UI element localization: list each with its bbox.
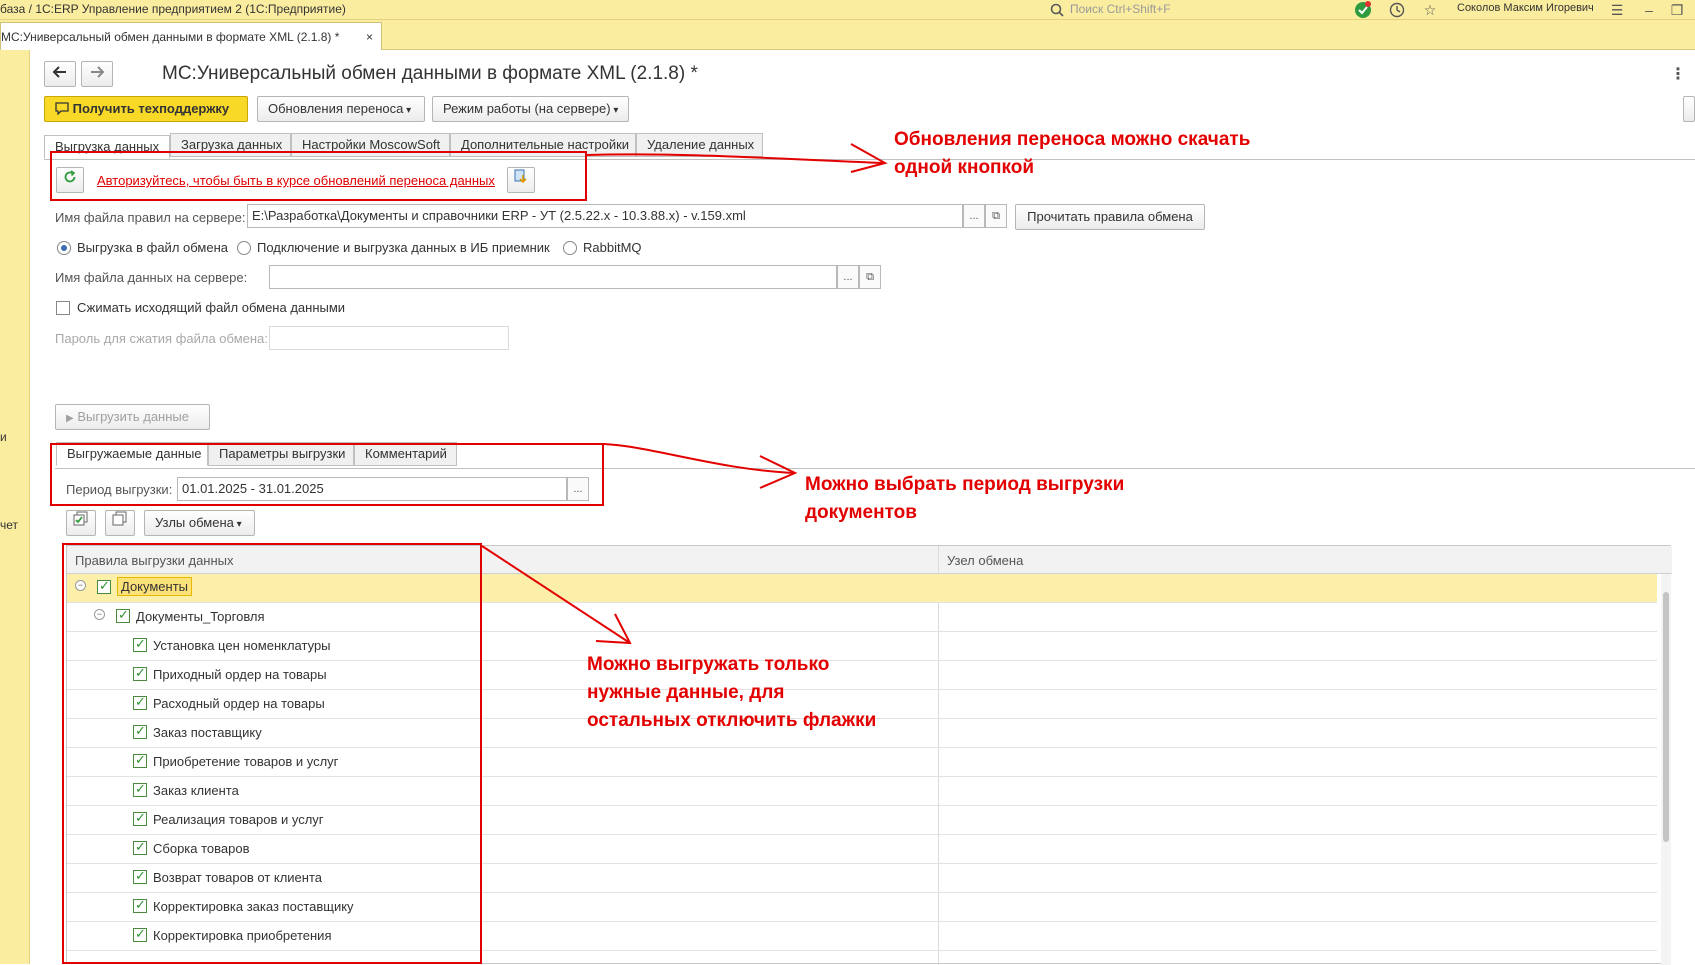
annotation-period-text: Можно выбрать период выгрузки документов <box>805 474 1125 523</box>
annotation-updates-text: Обновления переноса можно скачать одной … <box>894 129 1251 178</box>
annotation-rules-text: Можно выгружать только нужные данные, дл… <box>587 654 877 731</box>
